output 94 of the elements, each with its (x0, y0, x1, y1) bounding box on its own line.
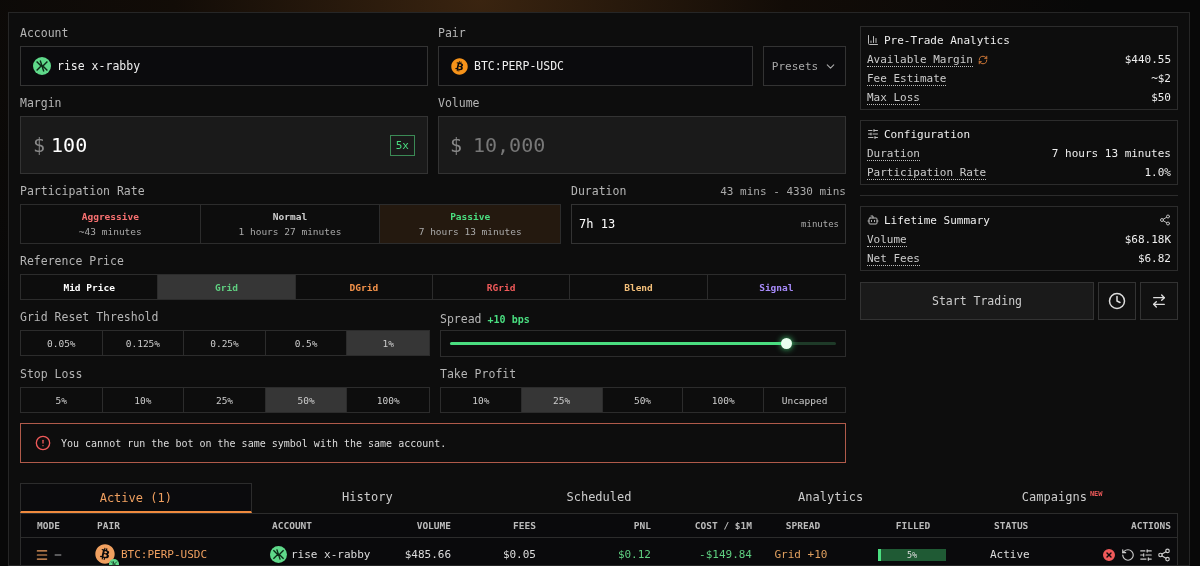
close-icon[interactable] (1101, 546, 1117, 563)
column-header: MODE (36, 520, 61, 531)
pair-select[interactable]: BTC:PERP-USDC (438, 46, 753, 86)
leverage-tag[interactable]: 5x (389, 134, 415, 156)
arrows-icon (1151, 293, 1167, 309)
account-select[interactable]: rise x-rabby (20, 46, 428, 86)
column-header: PNL (632, 520, 652, 531)
field-label: Duration (571, 184, 627, 198)
metric-label: Max Loss (867, 90, 920, 105)
card-title: Lifetime Summary (884, 213, 991, 227)
duration-range: 43 mins - 4330 mins (720, 184, 846, 198)
metric-value: $68.18K (1124, 233, 1171, 246)
metric-label: Volume (867, 232, 907, 247)
account-logo-icon (33, 57, 51, 75)
robot-icon (867, 214, 879, 226)
tab[interactable]: Active (1) (20, 483, 252, 513)
metric-label: Net Fees (867, 251, 920, 266)
rate-time: ~43 minutes (78, 226, 142, 237)
rate-time: 1 hours 27 minutes (238, 226, 342, 237)
field-label: Spread (440, 311, 482, 326)
bitcoin-icon (451, 57, 468, 75)
field-label: Reference Price (20, 254, 124, 268)
metric-label: Available Margin (867, 52, 973, 67)
account-logo-icon (270, 546, 287, 563)
field-label: Take Profit (440, 367, 517, 381)
share-icon[interactable] (1157, 547, 1171, 562)
metric-value: 1.0% (1144, 166, 1171, 179)
metric-value: $6.82 (1137, 252, 1171, 265)
alert-icon (35, 435, 51, 451)
column-header: FILLED (894, 520, 932, 531)
field-label: Margin (20, 96, 62, 110)
metric-value: 7 hours 13 minutes (1051, 147, 1171, 160)
table-cell-text: $0.05 (501, 548, 537, 561)
metric-value: ~$2 (1151, 72, 1171, 85)
slider-thumb[interactable] (780, 338, 792, 349)
schedule-button[interactable] (1098, 282, 1136, 320)
column-header: FEES (512, 520, 537, 531)
filled-bar: 5% (878, 548, 946, 561)
field-label: Grid Reset Threshold (20, 310, 159, 324)
clock-icon (1108, 292, 1126, 310)
spread-value: +10 bps (487, 313, 530, 325)
account-text: rise x-rabby (291, 548, 371, 561)
metric-label: Duration (867, 146, 920, 161)
field-label: Volume (438, 96, 480, 110)
metric-label: Participation Rate (867, 165, 987, 180)
rate-name: Normal (272, 211, 308, 222)
duration-input[interactable]: 7h 13 minutes (571, 204, 846, 244)
tab[interactable]: Scheduled (483, 483, 715, 513)
option-button[interactable]: 1% (347, 331, 429, 355)
rate-name: Passive (450, 211, 491, 222)
presets-dropdown[interactable]: Presets (763, 46, 846, 86)
start-trading-button[interactable]: Start Trading (860, 282, 1094, 320)
column-header: SPREAD (784, 520, 822, 531)
column-header: COST / $1M (693, 520, 753, 531)
option-button[interactable]: 25% (521, 388, 603, 412)
sliders-icon[interactable] (1139, 547, 1153, 562)
rate-option[interactable]: Passive 7 hours 13 minutes (380, 205, 560, 243)
field-label: Pair (438, 26, 466, 40)
sliders-icon (867, 128, 879, 140)
restart-icon[interactable] (1121, 547, 1135, 562)
card-title: Configuration (884, 127, 972, 141)
table-cell-text: $0.12 (616, 548, 652, 561)
margin-input[interactable]: $ 100 5x (20, 116, 428, 174)
table-cell-text: Grid +10 (773, 548, 829, 561)
metric-value: $50 (1151, 91, 1171, 104)
status-text: Active (989, 548, 1031, 561)
chart-icon (867, 34, 879, 46)
rate-time: 7 hours 13 minutes (418, 226, 522, 237)
metric-value: $440.55 (1124, 53, 1171, 66)
tab[interactable]: History (251, 483, 484, 513)
field-label: Participation Rate (20, 184, 145, 198)
table-cell-text: $485.66 (403, 548, 452, 561)
rate-name: Aggressive (81, 211, 139, 222)
field-label: Stop Loss (20, 367, 83, 381)
table-cell-text: -$149.84 (698, 548, 753, 561)
metric-label: Fee Estimate (867, 71, 947, 86)
tab[interactable]: Analytics (714, 483, 947, 513)
alert-message: You cannot run the bot on the same symbol with the same account. (61, 437, 447, 449)
currency-symbol: $ (450, 133, 463, 157)
column-header: STATUS (993, 520, 1030, 531)
menu-icon (35, 547, 49, 562)
field-label: Account (20, 26, 69, 40)
column-header: ACCOUNT (271, 520, 314, 531)
card-title: Pre-Trade Analytics (884, 33, 1011, 47)
column-header: VOLUME (415, 520, 452, 531)
share-icon[interactable] (1159, 214, 1171, 226)
column-header: ACTIONS (1129, 520, 1172, 531)
pair-text: BTC:PERP-USDC (121, 548, 208, 561)
swap-button[interactable] (1140, 282, 1178, 320)
account-logo-icon (109, 558, 119, 565)
option-button[interactable]: 50% (265, 388, 348, 412)
refresh-icon[interactable] (977, 54, 988, 65)
option-button[interactable]: Grid (158, 275, 296, 299)
column-header: PAIR (96, 520, 121, 531)
